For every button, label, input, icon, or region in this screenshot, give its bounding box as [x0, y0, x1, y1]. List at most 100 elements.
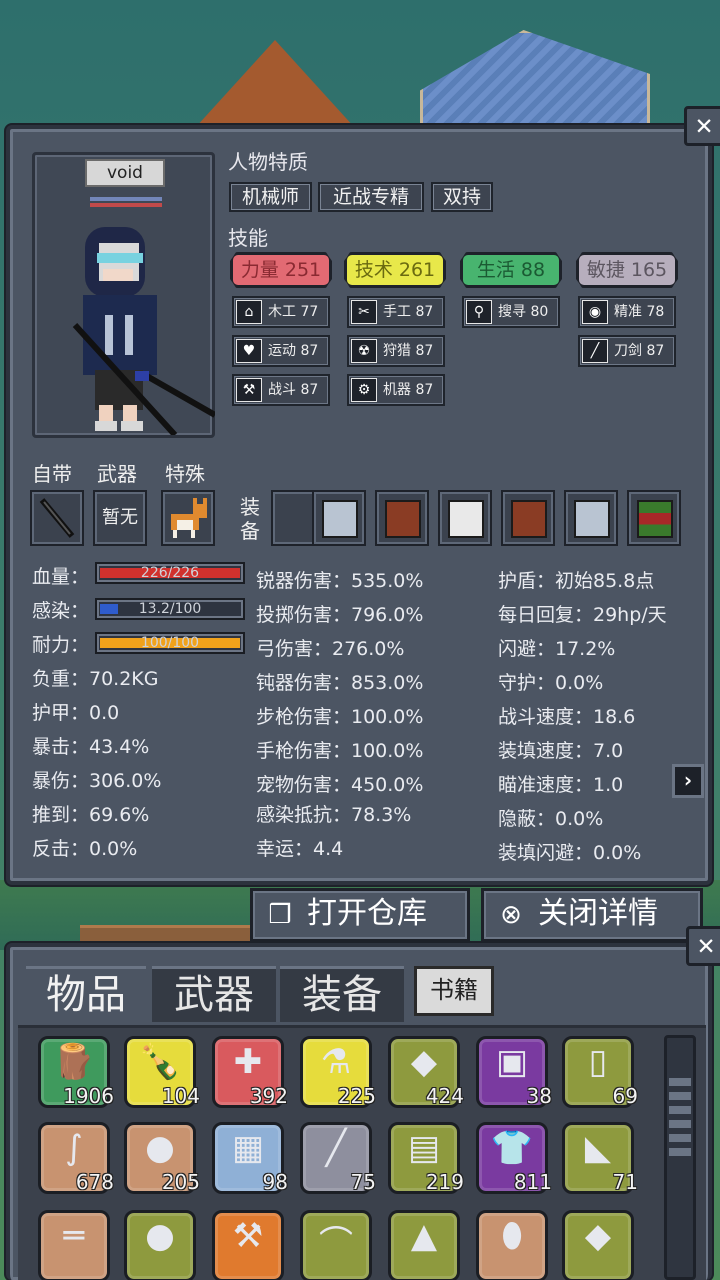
tab-items[interactable]: 物品	[26, 966, 146, 1022]
equip-slot-book-red[interactable]	[375, 490, 429, 546]
subskill-handcraft[interactable]: ✂ 手工 87	[347, 296, 445, 328]
inventory-item-rifle[interactable]: ═	[38, 1210, 110, 1280]
subskill-machine[interactable]: ⚙ 机器 87	[347, 374, 445, 406]
tab-books[interactable]: 书籍	[414, 966, 494, 1016]
stat-daily-regen: 每日回复：29hp/天	[498, 604, 667, 626]
skill-technique[interactable]: 技术 261	[344, 252, 446, 288]
infection-bar: 13.2/100	[95, 598, 245, 620]
spray-icon: ▲	[410, 1216, 438, 1256]
stat-stealth: 隐蔽：0.0%	[498, 808, 604, 830]
scissor-card-icon	[574, 500, 610, 538]
axe-icon: ⚒	[236, 378, 262, 402]
inventory-item-tube[interactable]: ╱ 75	[300, 1122, 376, 1202]
inventory-item-medkit[interactable]: ✚ 392	[212, 1036, 288, 1116]
stat-combat-speed: 战斗速度：18.6	[498, 706, 636, 728]
inventory-item-milk-bottle[interactable]: ▯ 69	[562, 1036, 638, 1116]
subskill-label: 运动 87	[268, 343, 319, 359]
trait-melee-master[interactable]: 近战专精	[318, 182, 424, 212]
item-count: 71	[612, 1170, 638, 1194]
trait-dual-wield[interactable]: 双持	[431, 182, 493, 212]
inventory-item-wire[interactable]: ∫ 678	[38, 1122, 114, 1202]
subskill-label: 刀剑 87	[614, 343, 665, 359]
item-count: 104	[161, 1084, 200, 1108]
subskill-search[interactable]: ⚲ 搜寻 80	[462, 296, 560, 328]
inventory-item-egg[interactable]: ⬮	[476, 1210, 548, 1280]
hp-bar: 226/226	[95, 562, 245, 584]
equip-label: 装备	[240, 495, 260, 543]
equip-slot-books[interactable]	[627, 490, 681, 546]
inventory-item-circuit-board[interactable]: ▦ 98	[212, 1122, 288, 1202]
inventory-item-boots[interactable]: ◣ 71	[562, 1122, 638, 1202]
open-storage-button[interactable]: ❒ 打开仓库	[250, 888, 470, 942]
inventory-item-potion[interactable]: ⚗ 225	[300, 1036, 376, 1116]
chili-icon: ⌒	[319, 1224, 353, 1264]
subskill-sports[interactable]: ♥ 运动 87	[232, 335, 330, 367]
subskill-label: 木工 77	[268, 304, 319, 320]
subskill-combat[interactable]: ⚒ 战斗 87	[232, 374, 330, 406]
tab-equipment[interactable]: 装备	[280, 966, 404, 1022]
house-icon: ⌂	[236, 300, 262, 324]
shirt-icon: 👕	[490, 1128, 534, 1168]
red-book-icon	[385, 500, 421, 538]
subskill-blade[interactable]: ╱ 刀剑 87	[578, 335, 676, 367]
scroll-thumb[interactable]	[669, 1078, 691, 1158]
next-page-arrow[interactable]: ›	[672, 764, 704, 798]
stat-crit: 暴击：43.4%	[32, 736, 150, 758]
character-portrait: void	[32, 152, 215, 438]
slot-self[interactable]	[30, 490, 84, 546]
egg-icon: ⬮	[501, 1216, 523, 1256]
skill-life[interactable]: 生活 88	[460, 252, 562, 288]
gear-icon: ⚙	[351, 378, 377, 402]
stat-throw-damage: 投掷伤害：796.0%	[256, 604, 424, 626]
slot-label-special: 特殊	[165, 462, 205, 486]
tab-weapons[interactable]: 武器	[152, 966, 276, 1022]
steak-icon: ◆	[584, 1216, 612, 1256]
trait-mechanic[interactable]: 机械师	[229, 182, 312, 212]
equip-slot-scissor-card[interactable]	[312, 490, 366, 546]
inventory-item-bottle[interactable]: 🍾 104	[124, 1036, 200, 1116]
equip-slot-scissor-card-2[interactable]	[564, 490, 618, 546]
inventory-item-chili[interactable]: ⌒	[300, 1210, 372, 1280]
stat-pet-damage: 宠物伤害：450.0%	[256, 774, 424, 796]
inventory-item-meat-can[interactable]: ◆ 424	[388, 1036, 464, 1116]
inventory-item-steak[interactable]: ◆	[562, 1210, 634, 1280]
stat-stamina-label: 耐力：	[32, 634, 90, 656]
slot-weapon[interactable]: 暂无	[93, 490, 147, 546]
wrench-icon: ⚒	[232, 1216, 264, 1256]
potion-icon: ⚗	[320, 1042, 352, 1082]
close-detail-button[interactable]: ⊗ 关闭详情	[481, 888, 703, 942]
inventory-item-chocolate[interactable]: ▤ 219	[388, 1122, 464, 1202]
stat-rifle-damage: 步枪伤害：100.0%	[256, 706, 424, 728]
stat-crit-damage: 暴伤：306.0%	[32, 770, 162, 792]
wire-icon: ∫	[65, 1128, 83, 1168]
subskill-carpentry[interactable]: ⌂ 木工 77	[232, 296, 330, 328]
medkit-icon: ✚	[233, 1042, 263, 1082]
inventory-scrollbar[interactable]	[664, 1035, 696, 1280]
inventory-item-wood-log[interactable]: 🪵 1906	[38, 1036, 114, 1116]
stat-sharp-damage: 锐器伤害：535.0%	[256, 570, 424, 592]
skill-agility[interactable]: 敏捷 165	[576, 252, 678, 288]
inventory-item-apple[interactable]: ●	[124, 1210, 196, 1280]
stat-shield: 护盾：初始85.8点	[498, 570, 655, 592]
detail-close-button[interactable]: ✕	[684, 106, 720, 146]
inventory-item-energy-cell[interactable]: ▣ 38	[476, 1036, 552, 1116]
stat-dodge: 闪避：17.2%	[498, 638, 616, 660]
character-name[interactable]: void	[85, 159, 165, 187]
inventory-item-stone[interactable]: ● 205	[124, 1122, 200, 1202]
equip-slot-book-red-2[interactable]	[501, 490, 555, 546]
skill-strength[interactable]: 力量 251	[230, 252, 332, 288]
character-sprite	[72, 227, 215, 435]
meat-can-icon: ◆	[410, 1042, 438, 1082]
subskill-hunting[interactable]: ☢ 狩猎 87	[347, 335, 445, 367]
scissors-icon: ✂	[351, 300, 377, 324]
inventory-item-shirt[interactable]: 👕 811	[476, 1122, 552, 1202]
inventory-item-spray[interactable]: ▲	[388, 1210, 460, 1280]
subskill-precision[interactable]: ◉ 精准 78	[578, 296, 676, 328]
item-count: 98	[262, 1170, 288, 1194]
corgi-pet-icon	[171, 498, 207, 538]
slot-special[interactable]	[161, 490, 215, 546]
inventory-close-button[interactable]: ✕	[686, 926, 720, 966]
inventory-item-wrench[interactable]: ⚒	[212, 1210, 284, 1280]
infection-value: 13.2/100	[138, 601, 202, 617]
equip-slot-paper[interactable]	[438, 490, 492, 546]
